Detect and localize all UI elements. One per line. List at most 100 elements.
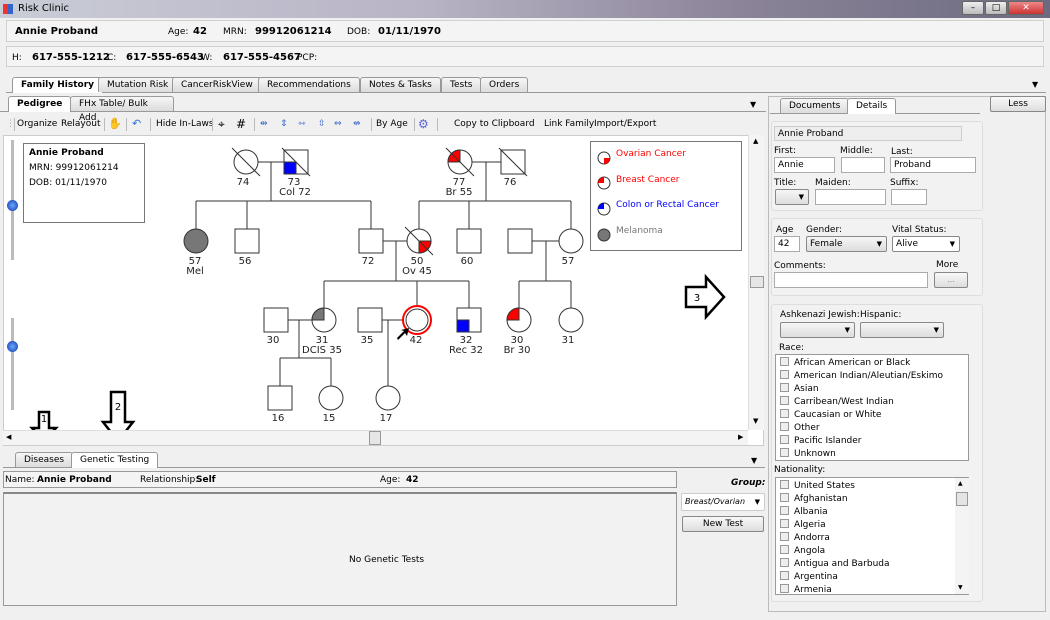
nationality-scrollbar[interactable]: ▲ ▼	[955, 478, 969, 594]
gender-select[interactable]: Female	[806, 236, 887, 252]
race-option[interactable]: Other	[780, 422, 820, 435]
comments-input[interactable]	[774, 272, 928, 288]
nationality-option[interactable]: United States	[780, 480, 855, 493]
bottom-dropdown-icon[interactable]: ▼	[751, 456, 757, 465]
tab-family-history[interactable]: Family History	[12, 77, 104, 93]
tab-recommendations[interactable]: Recommendations	[258, 77, 360, 92]
maiden-name-input[interactable]	[815, 189, 886, 205]
ashkenazi-label: Ashkenazi Jewish:	[780, 310, 860, 320]
checkbox[interactable]	[780, 571, 789, 580]
checkbox[interactable]	[780, 584, 789, 593]
tab-diseases[interactable]: Diseases	[15, 452, 74, 467]
link-family-button[interactable]: Link Family	[544, 116, 594, 132]
genetic-tests-list: No Genetic Tests	[3, 492, 677, 606]
checkbox[interactable]	[780, 480, 789, 489]
age-label: Age:	[168, 27, 189, 37]
nationality-option[interactable]: Albania	[780, 506, 828, 519]
checkbox[interactable]	[780, 448, 789, 457]
maximize-button[interactable]: □	[985, 1, 1007, 15]
nationality-option[interactable]: Angola	[780, 545, 825, 558]
tab-tests[interactable]: Tests	[441, 77, 482, 92]
title-select[interactable]	[775, 189, 809, 205]
checkbox[interactable]	[780, 370, 789, 379]
checkbox[interactable]	[780, 519, 789, 528]
tab-details[interactable]: Details	[847, 98, 897, 114]
horizontal-scrollbar[interactable]: ◀ ▶	[3, 430, 748, 445]
distribute-icon[interactable]: ⇕	[280, 116, 288, 132]
align-icon[interactable]: ⇹	[260, 116, 268, 132]
tab-fhx-table[interactable]: FHx Table/ Bulk Add	[70, 96, 174, 123]
race-option[interactable]: Unknown	[780, 448, 836, 461]
import-export-button[interactable]: Import/Export	[594, 116, 656, 132]
more-button[interactable]: ...	[934, 272, 968, 288]
tabs-dropdown-icon[interactable]: ▼	[1032, 80, 1038, 89]
race-option[interactable]: Pacific Islander	[780, 435, 861, 448]
nationality-option[interactable]: Andorra	[780, 532, 830, 545]
checkbox[interactable]	[780, 396, 789, 405]
hand-icon[interactable]: ✋	[108, 116, 122, 132]
minimize-button[interactable]: –	[962, 1, 984, 15]
checkbox[interactable]	[780, 558, 789, 567]
race-option[interactable]: Asian	[780, 383, 819, 396]
subtabs-dropdown-icon[interactable]: ▼	[750, 100, 756, 109]
checkbox[interactable]	[780, 493, 789, 502]
by-age-button[interactable]: By Age	[376, 116, 408, 132]
copy-clipboard-button[interactable]: Copy to Clipboard	[454, 116, 535, 132]
race-option[interactable]: African American or Black	[780, 357, 910, 370]
center-icon[interactable]: ⌖	[218, 116, 225, 132]
space-vertical-icon[interactable]: ⇳	[318, 116, 326, 132]
nationality-option[interactable]: Algeria	[780, 519, 826, 532]
organize-button[interactable]: Organize	[17, 116, 57, 132]
tab-pedigree[interactable]: Pedigree	[8, 96, 72, 112]
label: 31	[562, 335, 575, 346]
suffix-input[interactable]	[891, 189, 927, 205]
tab-mutation-risk[interactable]: Mutation Risk	[98, 77, 178, 92]
checkbox[interactable]	[780, 357, 789, 366]
nationality-scroll-thumb[interactable]	[956, 492, 968, 506]
new-test-button[interactable]: New Test	[682, 516, 764, 532]
vertical-scrollbar[interactable]: ▲ ▼	[748, 135, 764, 430]
label: 15	[323, 413, 336, 424]
first-name-input[interactable]: Annie	[774, 157, 835, 173]
race-option[interactable]: Caucasian or White	[780, 409, 881, 422]
nationality-option[interactable]: Antigua and Barbuda	[780, 558, 890, 571]
nationality-option[interactable]: Afghanistan	[780, 493, 848, 506]
ashkenazi-select[interactable]	[780, 322, 855, 338]
tab-orders[interactable]: Orders	[480, 77, 529, 92]
details-age-input[interactable]: 42	[774, 236, 800, 252]
checkbox[interactable]	[780, 532, 789, 541]
checkbox[interactable]	[780, 383, 789, 392]
group-select[interactable]: Breast/Ovarian	[681, 493, 765, 511]
grid-icon[interactable]: #	[236, 116, 246, 132]
nationality-option[interactable]: Armenia	[780, 584, 832, 597]
last-name-input[interactable]: Proband	[890, 157, 976, 173]
compress-icon[interactable]: ⇎	[353, 116, 361, 132]
race-option[interactable]: American Indian/Aleutian/Eskimo	[780, 370, 943, 383]
horizontal-scroll-thumb[interactable]	[369, 431, 381, 445]
relayout-button[interactable]: Relayout	[61, 116, 100, 132]
checkbox[interactable]	[780, 545, 789, 554]
hide-inlaws-button[interactable]: Hide In-Laws	[156, 116, 214, 132]
vertical-scroll-thumb[interactable]	[750, 276, 764, 288]
option-label: Unknown	[794, 449, 836, 459]
tab-genetic-testing[interactable]: Genetic Testing	[71, 452, 159, 468]
tab-notes-tasks[interactable]: Notes & Tasks	[360, 77, 441, 92]
hispanic-select[interactable]	[860, 322, 944, 338]
undo-icon[interactable]: ↶	[132, 116, 141, 132]
less-button[interactable]: Less	[990, 96, 1046, 112]
close-button[interactable]: ✕	[1008, 1, 1044, 15]
checkbox[interactable]	[780, 506, 789, 515]
checkbox[interactable]	[780, 409, 789, 418]
checkbox[interactable]	[780, 435, 789, 444]
nationality-option[interactable]: Argentina	[780, 571, 838, 584]
settings-gear-icon[interactable]: ⚙	[418, 116, 429, 132]
race-option[interactable]: Carribean/West Indian	[780, 396, 894, 409]
middle-name-input[interactable]	[841, 157, 885, 173]
vital-status-select[interactable]: Alive	[892, 236, 960, 252]
checkbox[interactable]	[780, 422, 789, 431]
tab-documents[interactable]: Documents	[780, 98, 850, 113]
expand-icon[interactable]: ⇔	[334, 116, 342, 132]
space-horizontal-icon[interactable]: ⇿	[298, 116, 306, 132]
middle-label: Middle:	[840, 146, 873, 156]
tab-cancerriskview[interactable]: CancerRiskView	[172, 77, 262, 92]
